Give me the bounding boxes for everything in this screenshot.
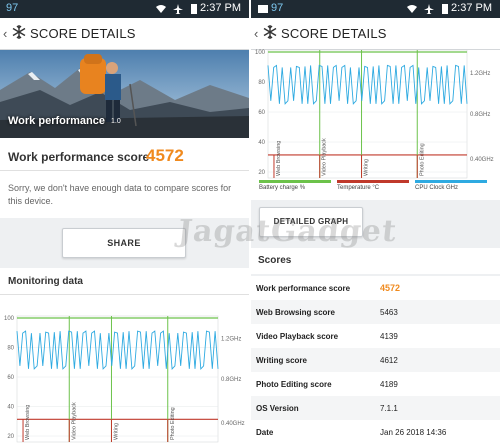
score-row-value: Jan 26 2018 14:36 xyxy=(380,428,447,437)
detailed-graph-button[interactable]: DETAILED GRAPH xyxy=(259,207,363,237)
segment-label: Video Playback xyxy=(71,402,77,440)
y-tick-label: 20 xyxy=(258,170,265,176)
score-row: Web Browsing score 5463 xyxy=(251,300,500,324)
share-button[interactable]: SHARE xyxy=(62,228,186,258)
score-row-value: 5463 xyxy=(380,308,398,317)
comparison-note: Sorry, we don't have enough data to comp… xyxy=(8,183,232,206)
hero-title: Work performance xyxy=(8,115,105,127)
notification-count: 97 xyxy=(6,2,19,14)
score-row-label: Video Playback score xyxy=(256,332,339,341)
score-row-value: 4189 xyxy=(380,380,398,389)
score-row-label: Work performance score xyxy=(256,284,351,293)
monitoring-chart-detail: 100 80 60 40 20 1.2GHz 0.8GHz 0.40GHz Web Browsi… xyxy=(255,49,494,184)
score-row: OS Version 7.1.1 xyxy=(251,396,500,420)
hero-version: 1.0 xyxy=(111,118,121,125)
status-bar: 97 2:37 PM xyxy=(0,0,249,18)
score-row-value: 4572 xyxy=(380,283,401,293)
y-tick-label: 40 xyxy=(258,140,265,146)
segment-label: Writing xyxy=(113,423,119,440)
y-tick-label: 60 xyxy=(258,110,265,116)
y2-tick-label: 1.2GHz xyxy=(470,71,490,77)
y-tick-label: 100 xyxy=(4,316,15,322)
score-row-value: 7.1.1 xyxy=(380,404,398,413)
segment-label: Photo Editing xyxy=(170,407,176,440)
score-row-label: Writing score xyxy=(256,356,307,365)
monitoring-card: Monitoring data 100 80 60 40 20 1.2GHz 0.8GHz 0… xyxy=(0,268,249,444)
score-row: Photo Editing score 4189 xyxy=(251,372,500,396)
y2-tick-label: 1.2GHz xyxy=(221,337,241,343)
y-tick-label: 40 xyxy=(7,405,14,411)
y-tick-label: 80 xyxy=(258,80,265,86)
divider xyxy=(0,294,249,295)
segment-label: Web Browsing xyxy=(276,141,282,176)
score-row-value: 4612 xyxy=(380,356,398,365)
hero-banner: Work performance 1.0 xyxy=(0,50,249,138)
chart-legend: Battery charge % Temperature °C CPU Cloc… xyxy=(251,180,500,198)
legend-battery-swatch xyxy=(259,180,331,183)
legend-cpu-swatch xyxy=(415,180,487,183)
y2-tick-label: 0.40GHz xyxy=(221,421,245,427)
left-screen: 97 2:37 PM ‹ SCORE DETAILS Work performa… xyxy=(0,0,249,444)
status-time: 2:37 PM xyxy=(200,2,241,14)
legend-temperature-swatch xyxy=(337,180,409,183)
segment-label: Web Browsing xyxy=(25,405,31,440)
score-row: Date Jan 26 2018 14:36 xyxy=(251,420,500,444)
y-tick-label: 80 xyxy=(7,346,14,352)
y-tick-label: 100 xyxy=(255,50,266,56)
segment-label: Video Playback xyxy=(322,138,328,176)
scores-title: Scores xyxy=(258,255,292,266)
score-row-label: OS Version xyxy=(256,404,299,413)
monitoring-title: Monitoring data xyxy=(8,276,83,287)
airplane-icon xyxy=(173,4,183,14)
score-row-value: 4139 xyxy=(380,332,398,341)
score-row: Writing score 4612 xyxy=(251,348,500,372)
battery-icon xyxy=(191,4,197,14)
score-label: Work performance score xyxy=(8,150,150,164)
screenshot-composite: 97 2:37 PM ‹ SCORE DETAILS Work performa… xyxy=(0,0,500,444)
score-row-label: Date xyxy=(256,428,274,437)
score-value: 4572 xyxy=(146,146,184,165)
y-tick-label: 20 xyxy=(7,434,14,440)
legend-battery: Battery charge % xyxy=(259,185,306,191)
divider xyxy=(0,170,249,171)
y2-tick-label: 0.40GHz xyxy=(470,157,494,163)
y-tick-label: 60 xyxy=(7,375,14,381)
score-row: Video Playback score 4139 xyxy=(251,324,500,348)
legend-cpu: CPU Clock GHz xyxy=(415,185,459,191)
monitoring-card-scrolled: 100 80 60 40 20 1.2GHz 0.8GHz 0.40GHz Web Browsi… xyxy=(251,49,500,200)
score-row: Work performance score 4572 xyxy=(251,276,500,300)
segment-label: Writing xyxy=(364,159,370,176)
monitoring-chart: 100 80 60 40 20 1.2GHz 0.8GHz 0.40GHz Web Browsi… xyxy=(4,315,245,443)
segment-label: Photo Editing xyxy=(419,143,425,176)
y2-tick-label: 0.8GHz xyxy=(470,112,490,118)
snowflake-icon xyxy=(12,25,26,39)
app-bar: ‹ SCORE DETAILS xyxy=(0,18,249,50)
y2-tick-label: 0.8GHz xyxy=(221,377,241,383)
back-chevron-icon[interactable]: ‹ xyxy=(3,26,7,41)
score-row-label: Web Browsing score xyxy=(256,308,335,317)
wifi-icon xyxy=(156,5,166,13)
scores-header: Scores xyxy=(251,248,500,274)
right-screen: 97 2:37 PM ‹ SCORE DETAILS 100 80 60 40 20 1.… xyxy=(251,0,500,444)
score-row-label: Photo Editing score xyxy=(256,380,332,389)
legend-temperature: Temperature °C xyxy=(337,185,380,191)
page-title: SCORE DETAILS xyxy=(30,26,136,41)
score-card: Work performance score 4572 Sorry, we do… xyxy=(0,138,249,218)
